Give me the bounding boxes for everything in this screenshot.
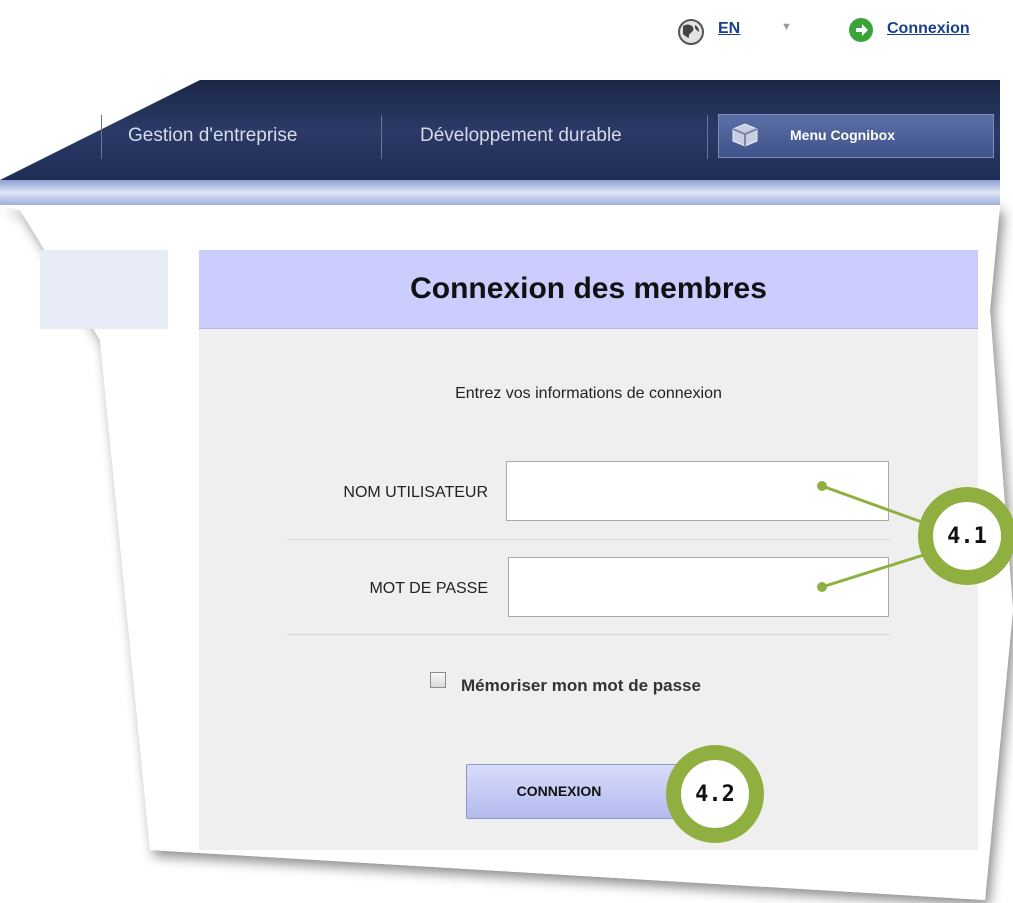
annotation-badge-4-1-label: 4.1 bbox=[930, 499, 1004, 573]
annotation-connectors bbox=[817, 481, 931, 592]
annotation-badge-4-2-label: 4.2 bbox=[678, 757, 752, 831]
